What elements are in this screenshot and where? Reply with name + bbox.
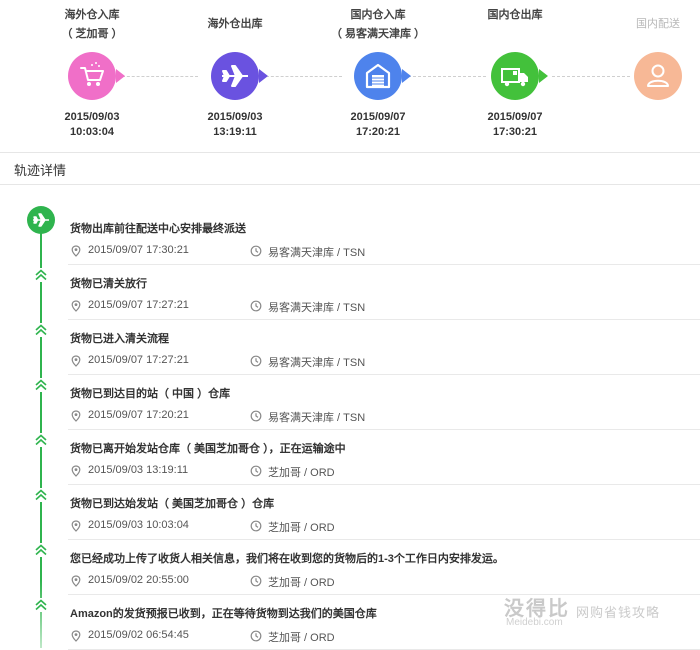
step-date: 2015/09/07 xyxy=(350,111,406,123)
latest-status-marker xyxy=(27,206,55,234)
timeline-line-faded xyxy=(40,580,42,648)
tracking-time: 2015/09/07 17:27:21 xyxy=(88,354,189,366)
chevron-up-icon xyxy=(34,543,48,557)
progress-connector xyxy=(408,76,486,77)
chevron-up-icon xyxy=(34,268,48,282)
location-pin-icon xyxy=(70,575,82,587)
clock-icon xyxy=(250,245,262,257)
progress-connector xyxy=(266,76,342,77)
divider xyxy=(0,152,700,153)
tracking-message: 货物已清关放行 xyxy=(70,278,147,290)
location-pin-icon xyxy=(70,410,82,422)
progress-connector xyxy=(552,76,630,77)
truck-icon xyxy=(501,68,528,87)
clock-icon xyxy=(250,520,262,532)
step-time: 10:03:04 xyxy=(69,126,115,138)
tracking-time: 2015/09/07 17:20:21 xyxy=(88,409,189,421)
step-date: 2015/09/03 xyxy=(64,111,120,123)
chevron-up-icon xyxy=(34,433,48,447)
step-label: 海外仓入库 xyxy=(64,9,120,21)
watermark-site: Meidebi.com xyxy=(506,617,563,628)
tracking-location: 易客满天津库 / TSN xyxy=(268,302,366,314)
tracking-entry: 货物已到达始发站（ 美国芝加哥仓 ）仓库 2015/09/03 10:03:04 芝… xyxy=(68,485,700,540)
step-circle xyxy=(491,52,548,100)
step-label: 国内配送 xyxy=(636,18,680,30)
tracking-time: 2015/09/03 10:03:04 xyxy=(88,519,189,531)
location-pin-icon xyxy=(70,465,82,477)
clock-icon xyxy=(250,410,262,422)
shipment-progress: 海外仓入库 （ 芝加哥 ） 2015/09/03 10:03:04 海外仓出库 … xyxy=(0,0,700,152)
tracking-location: 芝加哥 / ORD xyxy=(268,522,335,534)
clock-icon xyxy=(250,575,262,587)
tracking-entry: 货物已离开始发站仓库（ 美国芝加哥仓 ），正在运输途中 2015/09/03 13… xyxy=(68,430,700,485)
tracking-time: 2015/09/07 17:30:21 xyxy=(88,244,189,256)
tracking-location: 芝加哥 / ORD xyxy=(268,577,335,589)
chevron-up-icon xyxy=(34,323,48,337)
watermark-slogan: 网购省钱攻略 xyxy=(576,605,661,620)
step-time: 17:30:21 xyxy=(492,126,538,138)
step-circle xyxy=(634,52,682,100)
tracking-entry: 货物已到达目的站（ 中国 ）仓库 2015/09/07 17:20:21 易客满天津… xyxy=(68,375,700,430)
airplane-icon xyxy=(33,213,49,227)
step-circle xyxy=(354,52,411,100)
location-pin-icon xyxy=(70,300,82,312)
step-sublabel: （ 易客满天津库 ） xyxy=(330,28,426,40)
tracking-details-title: 轨迹详情 xyxy=(14,163,67,178)
tracking-message: 货物出库前往配送中心安排最终派送 xyxy=(70,223,246,235)
location-pin-icon xyxy=(70,630,82,642)
tracking-message: 货物已进入清关流程 xyxy=(70,333,169,345)
step-time: 17:20:21 xyxy=(355,126,401,138)
tracking-time: 2015/09/03 13:19:11 xyxy=(88,464,189,476)
clock-icon xyxy=(250,465,262,477)
watermark: 没得比 Meidebi.com 网购省钱攻略 xyxy=(504,592,694,640)
tracking-message: Amazon的发货预报已收到，正在等待货物到达我们的美国仓库 xyxy=(70,608,377,620)
user-icon xyxy=(647,64,669,87)
step-label: 海外仓出库 xyxy=(207,18,263,30)
step-label: 国内仓入库 xyxy=(350,9,406,21)
tracking-location: 易客满天津库 / TSN xyxy=(268,357,366,369)
step-date: 2015/09/07 xyxy=(487,111,543,123)
chevron-up-icon xyxy=(34,598,48,612)
tracking-entry: 货物已清关放行 2015/09/07 17:27:21 易客满天津库 / TSN xyxy=(68,265,700,320)
tracking-entry: 货物出库前往配送中心安排最终派送 2015/09/07 17:30:21 易客满天津… xyxy=(68,210,700,265)
tracking-location: 易客满天津库 / TSN xyxy=(268,412,366,424)
clock-icon xyxy=(250,355,262,367)
tracking-location: 易客满天津库 / TSN xyxy=(268,247,366,259)
chevron-up-icon xyxy=(34,488,48,502)
tracking-time: 2015/09/02 06:54:45 xyxy=(88,629,189,641)
location-pin-icon xyxy=(70,355,82,367)
tracking-entry: 货物已进入清关流程 2015/09/07 17:27:21 易客满天津库 / TSN xyxy=(68,320,700,375)
tracking-message: 您已经成功上传了收货人相关信息，我们将在收到您的货物后的1-3个工作日内安排发运… xyxy=(70,553,504,565)
tracking-time: 2015/09/02 20:55:00 xyxy=(88,574,189,586)
step-circle xyxy=(211,52,268,100)
location-pin-icon xyxy=(70,245,82,257)
clock-icon xyxy=(250,630,262,642)
step-label: 国内仓出库 xyxy=(487,9,543,21)
warehouse-icon xyxy=(365,63,391,89)
airplane-icon xyxy=(222,65,248,87)
step-date: 2015/09/03 xyxy=(207,111,263,123)
clock-icon xyxy=(250,300,262,312)
tracking-entry: 您已经成功上传了收货人相关信息，我们将在收到您的货物后的1-3个工作日内安排发运… xyxy=(68,540,700,595)
tracking-message: 货物已到达目的站（ 中国 ）仓库 xyxy=(70,388,231,400)
tracking-location: 芝加哥 / ORD xyxy=(268,467,335,479)
location-pin-icon xyxy=(70,520,82,532)
progress-connector xyxy=(122,76,198,77)
tracking-time: 2015/09/07 17:27:21 xyxy=(88,299,189,311)
divider xyxy=(0,184,700,185)
cart-icon xyxy=(80,62,104,86)
chevron-up-icon xyxy=(34,378,48,392)
step-sublabel: （ 芝加哥 ） xyxy=(61,28,123,40)
tracking-message: 货物已离开始发站仓库（ 美国芝加哥仓 ），正在运输途中 xyxy=(70,443,346,455)
step-circle xyxy=(68,52,125,100)
tracking-message: 货物已到达始发站（ 美国芝加哥仓 ）仓库 xyxy=(70,498,275,510)
tracking-location: 芝加哥 / ORD xyxy=(268,632,335,644)
step-time: 13:19:11 xyxy=(213,126,257,138)
